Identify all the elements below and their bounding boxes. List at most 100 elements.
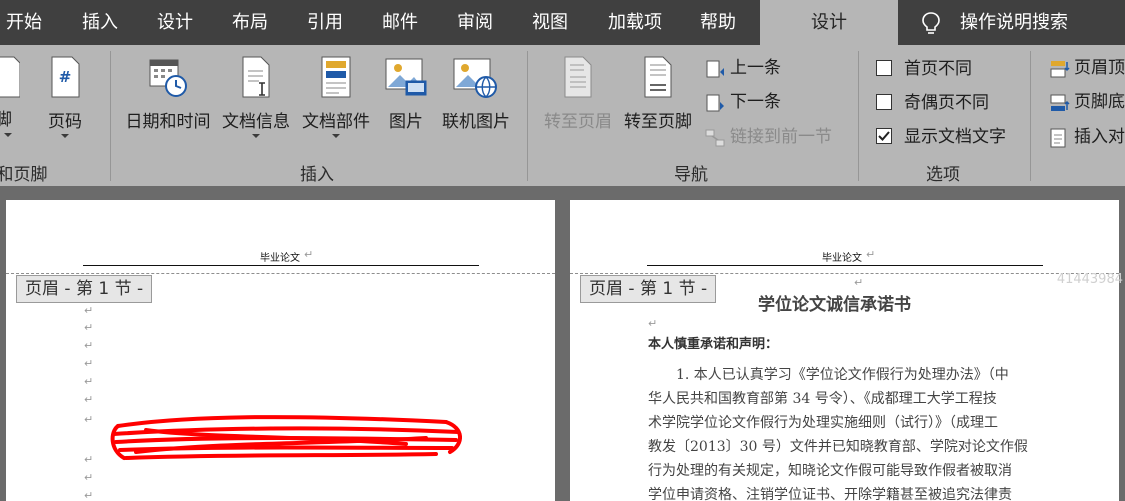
paragraph-mark: ↵: [84, 471, 94, 484]
document-page-1[interactable]: 毕业论文 ↵ 页眉 - 第 1 节 - ↵ ↵ ↵ ↵ ↵ ↵ ↵ ↵ ↵ ↵: [6, 200, 555, 501]
insert-align-tab-button[interactable]: 插入对: [1048, 125, 1125, 149]
different-first-page-checkbox[interactable]: 首页不同: [876, 57, 1016, 81]
header-top-label: 页眉顶: [1074, 58, 1125, 78]
goto-header-icon: [564, 56, 592, 98]
footer-label: 页脚: [0, 110, 12, 130]
insert-align-icon: [1050, 128, 1066, 148]
tab-addins[interactable]: 加载项: [598, 0, 672, 45]
watermark: 41443984: [1056, 272, 1123, 287]
document-parts-icon: [321, 56, 351, 98]
header-top-button[interactable]: 页眉顶: [1048, 56, 1125, 80]
checkbox-box: [876, 128, 892, 144]
paragraph-mark: ↵: [84, 304, 94, 317]
link-previous-button[interactable]: 链接到前一节: [704, 125, 854, 149]
goto-header-button[interactable]: 转至页眉: [540, 55, 616, 132]
ribbon: 页脚 # 页码 和页脚 日期和时间 文档信息: [0, 45, 1125, 186]
different-odd-even-label: 奇偶页不同: [904, 93, 989, 113]
footer-bottom-label: 页脚底: [1074, 92, 1125, 112]
tab-review[interactable]: 审阅: [441, 0, 509, 45]
paragraph-line: 学位申请资格、注销学位证书、开除学籍甚至被追究法律责: [648, 487, 1012, 501]
tab-design[interactable]: 设计: [141, 0, 209, 45]
paragraph-line: 术学院学位论文作假行为处理实施细则（试行）》（成理工: [648, 415, 998, 431]
header-top-icon: [1050, 61, 1070, 78]
paragraph-mark: ↵: [84, 339, 94, 352]
group-separator: [858, 51, 859, 181]
goto-footer-button[interactable]: 转至页脚: [620, 55, 696, 132]
tab-view[interactable]: 视图: [516, 0, 584, 45]
previous-label: 上一条: [730, 58, 781, 78]
online-picture-button[interactable]: 联机图片: [438, 55, 514, 132]
online-picture-label: 联机图片: [442, 112, 510, 132]
paragraph-line: 行为处理的有关规定，知晓论文作假可能导致作假者被取消: [648, 463, 1012, 479]
tab-references[interactable]: 引用: [291, 0, 359, 45]
paragraph-mark: ↵: [304, 248, 314, 261]
doc-parts-button[interactable]: 文档部件: [298, 55, 374, 138]
paragraph-mark: ↵: [854, 276, 864, 289]
lightbulb-icon: [922, 12, 940, 34]
header-underline: [647, 265, 1043, 266]
redaction-scribble: [110, 415, 462, 460]
footer-icon: [0, 56, 20, 98]
doc-parts-label: 文档部件: [302, 112, 370, 132]
group-label-header-footer: 和页脚: [0, 165, 48, 185]
checkbox-box: [876, 60, 892, 76]
goto-header-label: 转至页眉: [544, 112, 612, 132]
group-separator: [527, 51, 528, 181]
header-underline: [83, 265, 479, 266]
paragraph-line: 华人民共和国教育部第 34 号令）、《成都理工大学工程技: [648, 391, 997, 407]
tab-help[interactable]: 帮助: [686, 0, 750, 45]
paragraph-line: 1. 本人已认真学习《学位论文作假行为处理办法》（中: [676, 367, 1009, 383]
paragraph-mark: ↵: [84, 453, 94, 466]
checkbox-box: [876, 94, 892, 110]
date-time-label: 日期和时间: [125, 112, 211, 132]
document-page-2[interactable]: 毕业论文 ↵ 页眉 - 第 1 节 - ↵ 学位论文诚信承诺书 ↵ 本人慎重承诺…: [570, 200, 1119, 501]
header-text[interactable]: 毕业论文: [822, 249, 862, 264]
goto-footer-icon: [644, 56, 672, 98]
paragraph-mark: ↵: [866, 248, 876, 261]
tell-me-label: 操作说明搜索: [960, 12, 1068, 33]
paragraph-mark: ↵: [84, 393, 94, 406]
link-previous-label: 链接到前一节: [730, 127, 832, 147]
different-odd-even-checkbox[interactable]: 奇偶页不同: [876, 91, 1016, 115]
tab-insert[interactable]: 插入: [66, 0, 134, 45]
checkmark-icon: [878, 131, 890, 141]
header-section-tag: 页眉 - 第 1 节 -: [16, 275, 153, 303]
header-boundary: [570, 273, 1119, 274]
show-document-text-checkbox[interactable]: 显示文档文字: [876, 125, 1022, 149]
next-button[interactable]: 下一条: [704, 90, 824, 114]
tab-mailings[interactable]: 邮件: [366, 0, 434, 45]
picture-button[interactable]: 图片: [382, 55, 430, 132]
different-first-page-label: 首页不同: [904, 59, 972, 79]
footer-button[interactable]: 页脚: [0, 55, 24, 137]
picture-label: 图片: [389, 112, 423, 132]
paragraph-mark: ↵: [84, 357, 94, 370]
document-subtitle: 本人慎重承诺和声明：: [648, 337, 779, 352]
ribbon-tab-bar: 开始 插入 设计 布局 引用 邮件 审阅 视图 加载项 帮助 设计 操作说明搜索: [0, 0, 1125, 45]
page-number-icon: #: [51, 56, 80, 98]
paragraph-mark: ↵: [84, 413, 94, 426]
footer-bottom-button[interactable]: 页脚底: [1048, 90, 1125, 114]
paragraph-mark: ↵: [84, 321, 94, 334]
paragraph-mark: ↵: [648, 317, 658, 330]
header-boundary: [6, 273, 555, 274]
tab-layout[interactable]: 布局: [216, 0, 284, 45]
group-separator: [1030, 51, 1031, 181]
picture-icon: [385, 58, 427, 96]
previous-section-icon: [706, 60, 724, 78]
paragraph-mark: ↵: [84, 375, 94, 388]
footer-bottom-icon: [1050, 94, 1070, 111]
svg-text:#: #: [59, 68, 72, 86]
next-label: 下一条: [730, 92, 781, 112]
group-label-insert: 插入: [300, 165, 334, 185]
previous-button[interactable]: 上一条: [704, 56, 824, 80]
header-text[interactable]: 毕业论文: [260, 249, 300, 264]
paragraph-mark: ↵: [84, 489, 94, 501]
page-number-label: 页码: [48, 112, 82, 132]
tab-home[interactable]: 开始: [0, 0, 48, 45]
doc-info-button[interactable]: 文档信息: [218, 55, 294, 138]
date-time-button[interactable]: 日期和时间: [122, 55, 214, 132]
tab-header-footer-design[interactable]: 设计: [760, 0, 898, 45]
group-separator: [110, 51, 111, 181]
page-number-button[interactable]: # 页码: [42, 55, 88, 138]
link-icon: [705, 129, 725, 147]
